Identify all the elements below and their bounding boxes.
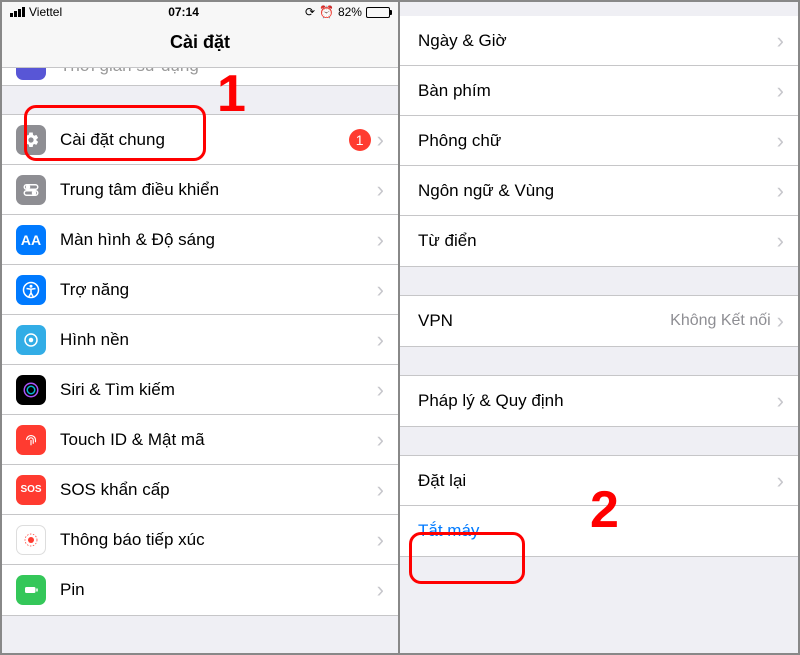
dictionary-label: Từ điển — [418, 231, 777, 251]
shutdown-label: Tắt máy — [418, 521, 784, 541]
row-sos[interactable]: SOS SOS khẩn cấp › — [2, 465, 398, 515]
chevron-right-icon: › — [377, 429, 384, 451]
fingerprint-icon — [16, 425, 46, 455]
wallpaper-label: Hình nền — [60, 330, 377, 350]
general-badge: 1 — [349, 129, 371, 151]
chevron-right-icon: › — [377, 479, 384, 501]
row-exposure[interactable]: Thông báo tiếp xúc › — [2, 515, 398, 565]
row-touchid[interactable]: Touch ID & Mật mã › — [2, 415, 398, 465]
row-dictionary[interactable]: Từ điển › — [400, 216, 798, 266]
settings-screen-left: Viettel 07:14 ⟳ ⏰ 82% Cài đặt Thời gian … — [2, 2, 400, 653]
chevron-right-icon: › — [377, 229, 384, 251]
hourglass-icon — [16, 68, 46, 80]
sos-icon: SOS — [16, 475, 46, 505]
battery-settings-icon — [16, 575, 46, 605]
alarm-icon: ⏰ — [319, 5, 334, 19]
exposure-icon — [16, 525, 46, 555]
display-label: Màn hình & Độ sáng — [60, 230, 377, 250]
row-general[interactable]: Cài đặt chung 1 › — [2, 115, 398, 165]
signal-icon — [10, 7, 25, 17]
chevron-right-icon: › — [377, 179, 384, 201]
row-vpn[interactable]: VPN Không Kết nối › — [400, 296, 798, 346]
chevron-right-icon: › — [777, 180, 784, 202]
row-datetime[interactable]: Ngày & Giờ › — [400, 16, 798, 66]
reset-label: Đặt lại — [418, 471, 777, 491]
row-screentime-partial[interactable]: Thời gian sử dụng — [2, 68, 398, 86]
control-center-label: Trung tâm điều khiển — [60, 180, 377, 200]
general-settings-screen-right: Ngày & Giờ › Bàn phím › Phông chữ › Ngôn… — [400, 2, 798, 653]
battery-icon — [366, 7, 390, 18]
orientation-lock-icon: ⟳ — [305, 5, 315, 19]
toggles-icon — [16, 175, 46, 205]
datetime-label: Ngày & Giờ — [418, 31, 777, 51]
row-keyboard[interactable]: Bàn phím › — [400, 66, 798, 116]
chevron-right-icon: › — [777, 470, 784, 492]
fonts-label: Phông chữ — [418, 131, 777, 151]
exposure-label: Thông báo tiếp xúc — [60, 530, 377, 550]
row-accessibility[interactable]: Trợ năng › — [2, 265, 398, 315]
vpn-detail: Không Kết nối — [670, 312, 771, 330]
chevron-right-icon: › — [777, 130, 784, 152]
accessibility-label: Trợ năng — [60, 280, 377, 300]
chevron-right-icon: › — [377, 329, 384, 351]
chevron-right-icon: › — [377, 279, 384, 301]
battery-settings-label: Pin — [60, 580, 377, 600]
chevron-right-icon: › — [377, 129, 384, 151]
chevron-right-icon: › — [777, 310, 784, 332]
wallpaper-icon — [16, 325, 46, 355]
row-wallpaper[interactable]: Hình nền › — [2, 315, 398, 365]
chevron-right-icon: › — [777, 230, 784, 252]
row-language[interactable]: Ngôn ngữ & Vùng › — [400, 166, 798, 216]
gear-icon — [16, 125, 46, 155]
chevron-right-icon: › — [377, 579, 384, 601]
accessibility-icon — [16, 275, 46, 305]
sos-label: SOS khẩn cấp — [60, 480, 377, 500]
screentime-label: Thời gian sử dụng — [60, 68, 384, 76]
chevron-right-icon: › — [777, 80, 784, 102]
text-size-icon: AA — [16, 225, 46, 255]
chevron-right-icon: › — [377, 379, 384, 401]
vpn-label: VPN — [418, 311, 670, 331]
row-battery[interactable]: Pin › — [2, 565, 398, 615]
chevron-right-icon: › — [777, 30, 784, 52]
chevron-right-icon: › — [777, 390, 784, 412]
row-legal[interactable]: Pháp lý & Quy định › — [400, 376, 798, 426]
legal-label: Pháp lý & Quy định — [418, 391, 777, 411]
siri-label: Siri & Tìm kiếm — [60, 380, 377, 400]
general-label: Cài đặt chung — [60, 130, 349, 150]
battery-pct-label: 82% — [338, 5, 362, 19]
row-display[interactable]: AA Màn hình & Độ sáng › — [2, 215, 398, 265]
chevron-right-icon: › — [377, 529, 384, 551]
touchid-label: Touch ID & Mật mã — [60, 430, 377, 450]
language-label: Ngôn ngữ & Vùng — [418, 181, 777, 201]
siri-icon — [16, 375, 46, 405]
row-reset[interactable]: Đặt lại › — [400, 456, 798, 506]
carrier-label: Viettel — [29, 5, 62, 19]
keyboard-label: Bàn phím — [418, 81, 777, 101]
status-bar: Viettel 07:14 ⟳ ⏰ 82% — [2, 2, 398, 22]
row-siri[interactable]: Siri & Tìm kiếm › — [2, 365, 398, 415]
row-fonts[interactable]: Phông chữ › — [400, 116, 798, 166]
row-control-center[interactable]: Trung tâm điều khiển › — [2, 165, 398, 215]
clock-label: 07:14 — [168, 5, 199, 19]
page-title: Cài đặt — [2, 22, 398, 68]
row-shutdown[interactable]: Tắt máy — [400, 506, 798, 556]
